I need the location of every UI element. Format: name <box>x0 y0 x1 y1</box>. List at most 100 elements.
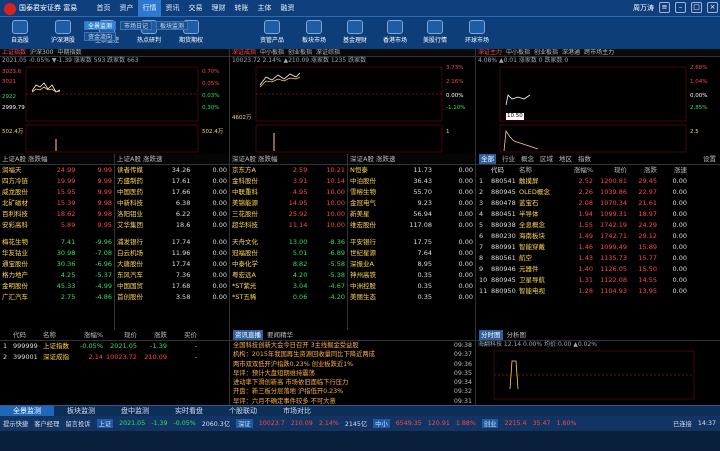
tab-sme-index[interactable]: 中小板指 <box>260 49 284 56</box>
status-manager[interactable]: 客户经理 <box>34 419 59 428</box>
tab-chinext-2[interactable]: 创业板指 <box>534 49 558 56</box>
stock-row[interactable]: 世纪星源 7.64 0.00 <box>348 248 475 259</box>
stock-row[interactable]: 平安银行 17.75 0.00 <box>348 237 475 248</box>
menu-icon[interactable]: ≡ <box>659 2 670 13</box>
stock-row[interactable]: 艾华集团 18.6 0.00 <box>115 220 229 231</box>
tab-sz-hk-connect[interactable]: 深港通 <box>562 49 580 56</box>
news-item[interactable]: 两市双双低开沪指跌0.23% 创业板跌近1% 09:36 <box>230 360 475 369</box>
tab-chinext[interactable]: 创业板指 <box>288 49 312 56</box>
analysis-tab-intraday[interactable]: 分时图 <box>479 330 503 340</box>
stock-row[interactable]: 白云机场 11.96 0.00 <box>115 248 229 259</box>
menu-finance[interactable]: 理财 <box>207 0 230 17</box>
rank-settings[interactable]: 设置 <box>703 154 720 164</box>
stock-row[interactable]: 中泰化学 8.82 -5.58 <box>230 259 347 270</box>
stock-row[interactable]: 广汇汽车 2.75 -4.86 <box>0 292 114 303</box>
menu-home[interactable]: 首页 <box>92 0 115 17</box>
tool-sector-market[interactable]: 板块市场 <box>297 17 331 49</box>
stock-row[interactable]: 读者传媒 34.26 0.00 <box>115 165 229 176</box>
menu-assets[interactable]: 资产 <box>115 0 138 17</box>
stock-row[interactable]: 首创股份 3.58 0.00 <box>115 292 229 303</box>
stock-row[interactable]: 安彩高科 5.89 9.95 <box>0 220 114 231</box>
stock-row[interactable]: 中联重科 4.95 10.00 <box>230 187 347 198</box>
tab-sz-composite[interactable]: 深证综指 <box>316 49 340 56</box>
menu-trade[interactable]: 交易 <box>184 0 207 17</box>
rank-tab-area[interactable]: 地区 <box>559 154 572 164</box>
maximize-icon[interactable]: □ <box>691 2 702 13</box>
btab-overview[interactable]: 全景监测 <box>0 406 54 416</box>
ranking-row[interactable]: 8 880561 航空 1.43 1135.73 15.77 0.00 <box>476 253 720 264</box>
tool-global[interactable]: 环球市场 <box>460 17 494 49</box>
minimize-icon[interactable]: – <box>675 2 686 13</box>
ranking-row[interactable]: 4 880451 半导体 1.94 1099.31 18.97 0.00 <box>476 209 720 220</box>
stock-row[interactable]: 超华科技 11.14 10.00 <box>230 220 347 231</box>
stock-row[interactable]: 百利科技 18.62 9.98 <box>0 209 114 220</box>
rank-tab-industry[interactable]: 行业 <box>502 154 515 164</box>
tab-sz-main[interactable]: 深证主力 <box>478 49 502 56</box>
stock-row[interactable]: 格力地产 4.25 -5.37 <box>0 270 114 281</box>
news-item[interactable]: 机构：2015年我国再生资源回收量同比下降近两成 09:37 <box>230 350 475 359</box>
btab-linkage[interactable]: 个股联动 <box>216 406 270 416</box>
subtab-fund-flow[interactable]: 资金流向 <box>84 32 117 41</box>
btab-compare[interactable]: 市场对比 <box>270 406 324 416</box>
stock-row[interactable]: 雪榕生物 55.70 0.00 <box>348 187 475 198</box>
stock-row[interactable]: 中洲控股 0.35 0.00 <box>348 281 475 292</box>
stock-row[interactable]: 维宏股份 117.08 0.00 <box>348 220 475 231</box>
btab-intraday[interactable]: 盘中监测 <box>108 406 162 416</box>
stock-row[interactable]: 中泊股份 36.43 0.00 <box>348 176 475 187</box>
analysis-tab-chart[interactable]: 分析图 <box>507 330 527 340</box>
index-row[interactable]: 2 399001 深证成指 2.14 10023.72 210.09 - <box>0 352 229 363</box>
btab-live[interactable]: 实时看盘 <box>162 406 216 416</box>
stock-row[interactable]: 金科股份 3.91 10.14 <box>230 176 347 187</box>
stock-row[interactable]: 新美星 56.94 0.00 <box>348 209 475 220</box>
stock-row[interactable]: 北矿磁材 15.39 9.98 <box>0 198 114 209</box>
stock-row[interactable]: 美锦能源 14.95 10.00 <box>230 198 347 209</box>
ranking-row[interactable]: 3 880478 蓝宝石 2.08 1070.34 21.61 0.00 <box>476 198 720 209</box>
tab-sme-2[interactable]: 中小板指 <box>506 49 530 56</box>
stock-row[interactable]: 三花股份 25.92 10.00 <box>230 209 347 220</box>
stock-row[interactable]: 金冠电气 9.23 0.00 <box>348 198 475 209</box>
btab-sector[interactable]: 板块监测 <box>54 406 108 416</box>
stock-row[interactable]: 神州高铁 0.35 0.00 <box>348 270 475 281</box>
ranking-row[interactable]: 11 880950 智能电视 1.28 1104.93 13.95 0.00 <box>476 286 720 297</box>
stock-row[interactable]: 中新科技 6.38 0.00 <box>115 198 229 209</box>
ranking-row[interactable]: 1 880541 触摸屏 2.52 1200.81 29.45 0.00 <box>476 176 720 187</box>
ranking-row[interactable]: 7 880991 智能穿戴 1.46 1099.49 15.89 0.00 <box>476 242 720 253</box>
rank-tab-index[interactable]: 指数 <box>578 154 591 164</box>
tool-hs-stocks[interactable]: 沪深港股 <box>46 17 80 49</box>
stock-row[interactable]: 梅花生物 7.41 -9.96 <box>0 237 114 248</box>
ranking-row[interactable]: 5 880938 全息概念 1.55 1742.19 24.29 0.00 <box>476 220 720 231</box>
tab-cross-market[interactable]: 跨市场主力 <box>584 49 614 56</box>
stock-row[interactable]: 美丽生态 0.35 0.00 <box>348 292 475 303</box>
stock-row[interactable]: 大唐股份 17.74 0.00 <box>115 259 229 270</box>
rank-tab-all[interactable]: 全部 <box>479 154 496 164</box>
stock-row[interactable]: 四方冷链 19.99 9.99 <box>0 176 114 187</box>
menu-news[interactable]: 资讯 <box>161 0 184 17</box>
tool-asset-mgmt[interactable]: 资管产品 <box>255 17 289 49</box>
stock-row[interactable]: 华友钴业 30.98 -7.08 <box>0 248 114 259</box>
news-item[interactable]: 开盘：新三板分层落地 沪指低开0.23% 09:32 <box>230 387 475 396</box>
index-row[interactable]: 1 999999 上证指数 -0.05% 2021.05 -1.39 - <box>0 341 229 352</box>
stock-row[interactable]: 方盛制药 17.61 0.00 <box>115 176 229 187</box>
user-name[interactable]: 周万涛 <box>633 3 654 13</box>
news-item[interactable]: 早评：六月不确定事件较多 不可大意 09:31 <box>230 397 475 405</box>
news-item[interactable]: 全国科技创新大会今日召开 3主线掘金受益股 09:38 <box>230 341 475 350</box>
menu-transfer[interactable]: 转账 <box>230 0 253 17</box>
news-item[interactable]: 进动率下滑创新高 市场依旧面临下行压力 09:34 <box>230 378 475 387</box>
menu-margin[interactable]: 融资 <box>276 0 299 17</box>
menu-quotes[interactable]: 行情 <box>138 0 161 17</box>
stock-row[interactable]: 深振业A 8.95 0.00 <box>348 259 475 270</box>
news-item[interactable]: 早评：预计大盘短期维持震荡 09:35 <box>230 369 475 378</box>
stock-row[interactable]: 京东方A 2.59 10.21 <box>230 165 347 176</box>
stock-row[interactable]: 天舟文化 13.00 -8.36 <box>230 237 347 248</box>
stock-row[interactable]: 中国医药 17.66 0.00 <box>115 187 229 198</box>
ranking-row[interactable]: 10 880945 卫星导航 1.31 1122.08 14.55 0.00 <box>476 275 720 286</box>
tool-us-stocks[interactable]: 美股行情 <box>418 17 452 49</box>
tab-hs300[interactable]: 沪深300 <box>30 49 53 56</box>
stock-row[interactable]: 东风汽车 7.36 0.00 <box>115 270 229 281</box>
news-tab-highlights[interactable]: 要闻精华 <box>267 330 293 340</box>
status-shortcut[interactable]: 提示快捷 <box>3 419 28 428</box>
news-tab-live[interactable]: 资讯直播 <box>233 330 263 340</box>
stock-row[interactable]: 通宝股份 30.36 -6.96 <box>0 259 114 270</box>
tool-watchlist[interactable]: 自选股 <box>6 17 34 49</box>
status-feedback[interactable]: 留言投诉 <box>65 419 90 428</box>
